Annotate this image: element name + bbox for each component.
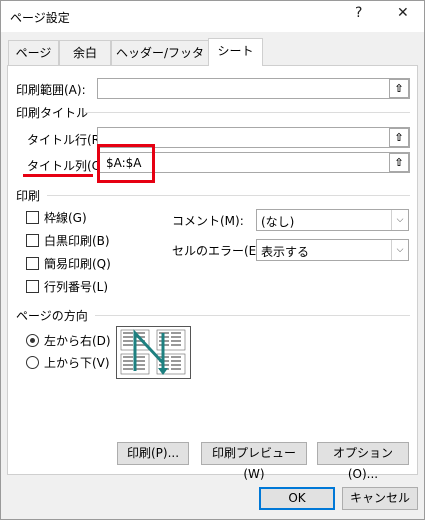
print-area-label: 印刷範囲(A): (16, 83, 86, 97)
title-bar: ページ設定 ? ✕ (1, 1, 424, 32)
row-col-headings-checkbox[interactable] (26, 280, 39, 293)
title-columns-collapse-icon[interactable]: ⇧ (389, 153, 409, 172)
page-order-preview (116, 326, 191, 379)
row-col-headings-label: 行列番号(L) (44, 280, 109, 294)
cancel-button[interactable]: キャンセル (342, 487, 418, 510)
cell-errors-value: 表示する (261, 245, 310, 259)
print-preview-button[interactable]: 印刷プレビュー(W) (201, 442, 307, 481)
top-to-bottom-radio[interactable] (26, 356, 39, 369)
page-order-diagram (120, 329, 186, 375)
help-button[interactable]: ? (355, 5, 362, 21)
print-group-label: 印刷 (16, 189, 41, 203)
left-to-right-label: 左から右(D) (44, 334, 111, 348)
ok-button[interactable]: OK (259, 487, 335, 510)
comments-label: コメント(M): (172, 214, 244, 228)
chevron-down-icon: ⌵ (391, 240, 408, 260)
print-titles-group-label: 印刷タイトル (16, 106, 89, 120)
divider (95, 315, 410, 316)
black-white-checkbox[interactable] (26, 234, 39, 247)
print-area-input[interactable] (97, 78, 410, 99)
title-rows-collapse-icon[interactable]: ⇧ (389, 128, 409, 147)
left-to-right-radio[interactable] (26, 334, 39, 347)
page-order-group-label: ページの方向 (16, 309, 88, 323)
comments-select[interactable]: (なし) ⌵ (256, 209, 409, 231)
options-button[interactable]: オプション(O)... (317, 442, 409, 481)
title-columns-underline (23, 174, 93, 177)
close-button[interactable]: ✕ (397, 5, 409, 21)
draft-quality-label: 簡易印刷(Q) (44, 257, 111, 271)
black-white-label: 白黒印刷(B) (44, 234, 110, 248)
divider (85, 112, 410, 113)
gridlines-label: 枠線(G) (44, 211, 87, 225)
print-area-collapse-icon[interactable]: ⇧ (389, 79, 409, 98)
highlight-box (97, 144, 155, 183)
cell-errors-select[interactable]: 表示する ⌵ (256, 239, 409, 261)
tab-page[interactable]: ページ (8, 40, 59, 65)
divider (47, 195, 410, 196)
top-to-bottom-label: 上から下(V) (44, 356, 110, 370)
dialog-title: ページ設定 (10, 11, 70, 25)
print-button[interactable]: 印刷(P)... (117, 442, 189, 465)
tab-header-footer[interactable]: ヘッダー/フッター (111, 40, 209, 84)
chevron-down-icon: ⌵ (391, 210, 408, 230)
tab-sheet[interactable]: シート (208, 38, 263, 66)
page-setup-dialog: ページ設定 ? ✕ ページ 余白 ヘッダー/フッター シート 印刷範囲(A): … (0, 0, 425, 520)
draft-quality-checkbox[interactable] (26, 257, 39, 270)
cell-errors-label: セルのエラー(E): (172, 244, 265, 258)
comments-value: (なし) (261, 215, 295, 229)
gridlines-checkbox[interactable] (26, 211, 39, 224)
tab-margins[interactable]: 余白 (59, 40, 111, 65)
